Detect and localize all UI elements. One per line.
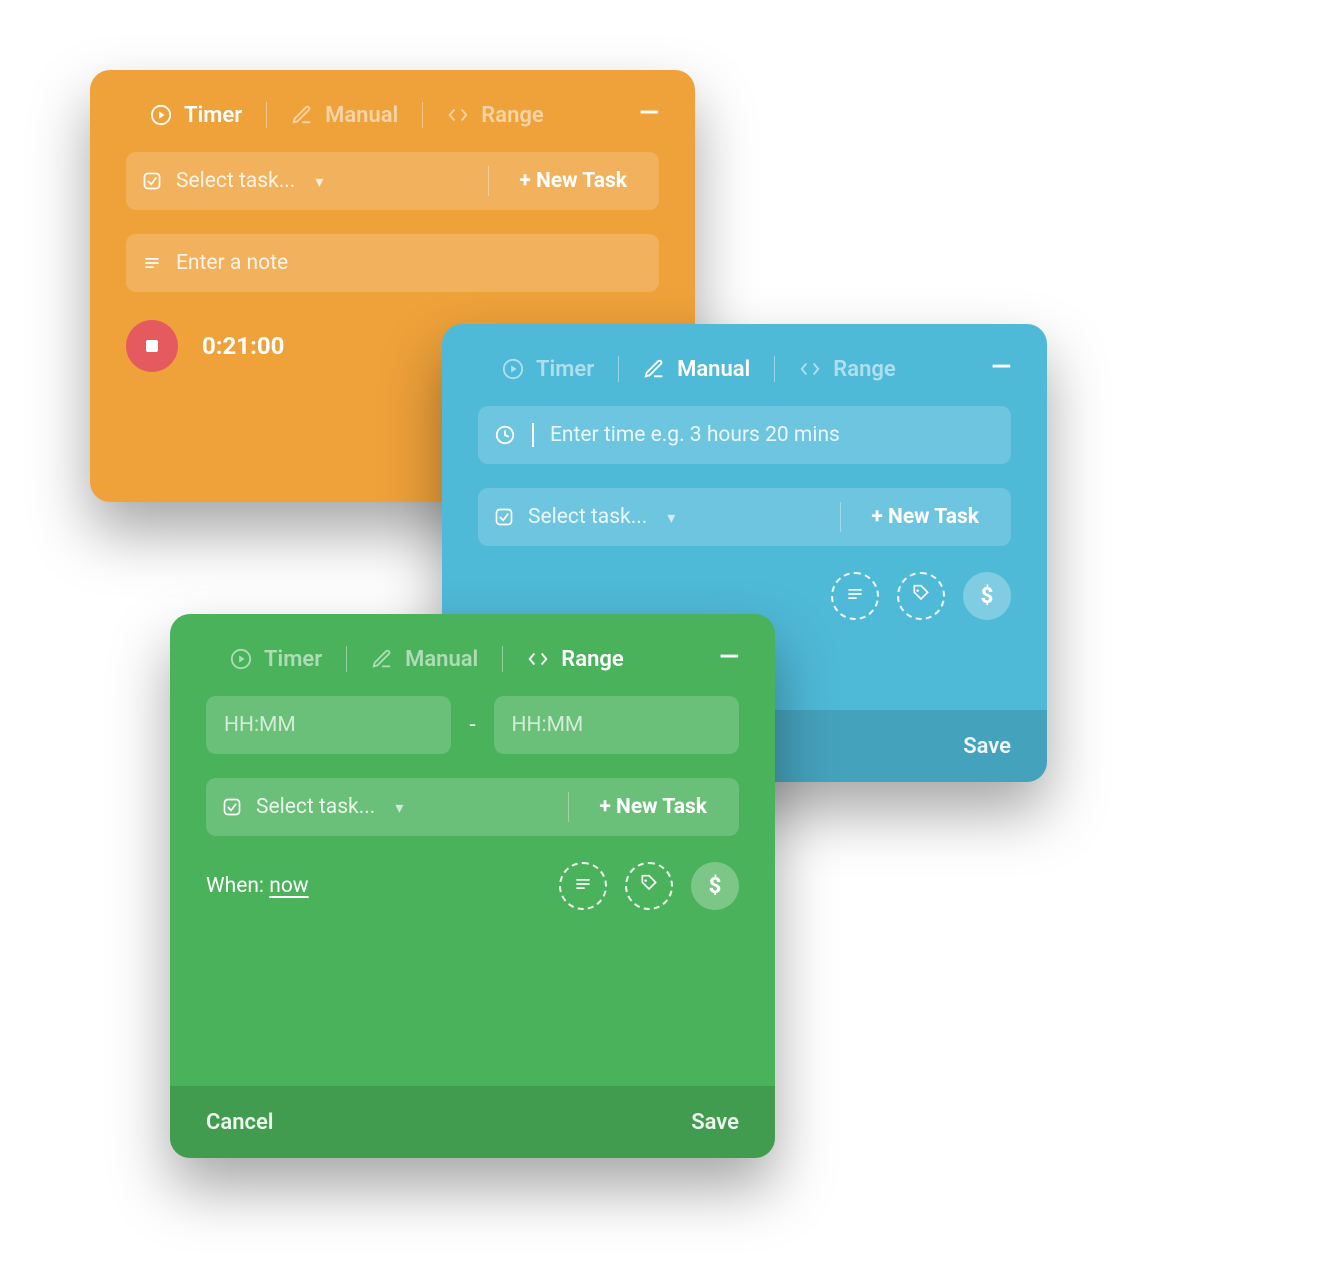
cancel-button[interactable]: Cancel — [206, 1110, 274, 1135]
tab-manual-label: Manual — [325, 103, 398, 128]
range-card: Timer Manual Range — HH:MM - — [170, 614, 775, 1158]
new-task-button[interactable]: + New Task — [503, 169, 643, 193]
note-row[interactable]: Enter a note — [126, 234, 659, 292]
minimize-button[interactable]: — — [991, 362, 1011, 372]
text-cursor — [532, 423, 534, 447]
tab-manual[interactable]: Manual — [267, 103, 422, 128]
play-circle-icon — [230, 648, 252, 670]
minimize-button[interactable]: — — [639, 108, 659, 118]
range-dash: - — [463, 713, 481, 738]
end-time-input[interactable]: HH:MM — [494, 696, 739, 754]
tab-range-label: Range — [481, 103, 543, 128]
save-button[interactable]: Save — [963, 734, 1011, 759]
tab-timer-label: Timer — [536, 357, 594, 382]
stop-icon — [146, 340, 158, 352]
tag-icon — [639, 874, 659, 898]
task-select-row: Select task... ▾ + New Task — [206, 778, 739, 836]
task-select[interactable]: Select task... — [176, 169, 295, 193]
tab-range[interactable]: Range — [503, 647, 647, 672]
checkbox-icon — [222, 797, 242, 817]
task-select[interactable]: Select task... — [528, 505, 647, 529]
dollar-icon: $ — [709, 874, 722, 899]
range-arrows-icon — [447, 104, 469, 126]
lines-icon — [573, 874, 593, 898]
chevron-down-icon: ▾ — [315, 172, 323, 191]
tag-button[interactable] — [625, 862, 673, 910]
when-row: When: now $ — [206, 862, 739, 910]
note-button[interactable] — [831, 572, 879, 620]
task-select-row: Select task... ▾ + New Task — [478, 488, 1011, 546]
note-input[interactable]: Enter a note — [176, 251, 288, 275]
clock-icon — [494, 424, 516, 446]
range-arrows-icon — [799, 358, 821, 380]
end-time-placeholder: HH:MM — [512, 713, 584, 737]
time-input[interactable]: Enter time e.g. 3 hours 20 mins — [550, 423, 840, 447]
stop-button[interactable] — [126, 320, 178, 372]
tab-bar: Timer Manual Range — — [442, 324, 1047, 382]
tab-range-label: Range — [833, 357, 895, 382]
note-button[interactable] — [559, 862, 607, 910]
start-time-input[interactable]: HH:MM — [206, 696, 451, 754]
minimize-button[interactable]: — — [719, 652, 739, 662]
chevron-down-icon: ▾ — [667, 508, 675, 527]
edit-icon — [371, 648, 393, 670]
new-task-button[interactable]: + New Task — [583, 795, 723, 819]
dollar-icon: $ — [981, 584, 994, 609]
edit-icon — [643, 358, 665, 380]
tab-timer[interactable]: Timer — [126, 103, 266, 128]
action-icon-row: $ — [478, 572, 1011, 620]
billable-button[interactable]: $ — [963, 572, 1011, 620]
tab-range[interactable]: Range — [775, 357, 919, 382]
tab-manual-label: Manual — [405, 647, 478, 672]
checkbox-icon — [494, 507, 514, 527]
tab-manual[interactable]: Manual — [347, 647, 502, 672]
edit-icon — [291, 104, 313, 126]
time-input-row[interactable]: Enter time e.g. 3 hours 20 mins — [478, 406, 1011, 464]
lines-icon — [142, 253, 162, 273]
tab-manual[interactable]: Manual — [619, 357, 774, 382]
tab-timer[interactable]: Timer — [206, 647, 346, 672]
card-footer: Cancel Save — [170, 1086, 775, 1158]
tab-bar: Timer Manual Range — — [170, 614, 775, 672]
divider — [488, 166, 489, 196]
lines-icon — [845, 584, 865, 608]
time-range-row: HH:MM - HH:MM — [206, 696, 739, 754]
tab-timer[interactable]: Timer — [478, 357, 618, 382]
task-select-row: Select task... ▾ + New Task — [126, 152, 659, 210]
play-circle-icon — [502, 358, 524, 380]
tab-bar: Timer Manual Range — — [90, 70, 695, 128]
tag-button[interactable] — [897, 572, 945, 620]
billable-button[interactable]: $ — [691, 862, 739, 910]
play-circle-icon — [150, 104, 172, 126]
when-value[interactable]: now — [269, 874, 308, 898]
divider — [840, 502, 841, 532]
when-label: When: — [206, 874, 269, 898]
tag-icon — [911, 584, 931, 608]
tab-range-label: Range — [561, 647, 623, 672]
new-task-button[interactable]: + New Task — [855, 505, 995, 529]
checkbox-icon — [142, 171, 162, 191]
range-arrows-icon — [527, 648, 549, 670]
tab-manual-label: Manual — [677, 357, 750, 382]
timer-value: 0:21:00 — [202, 332, 284, 360]
start-time-placeholder: HH:MM — [224, 713, 296, 737]
task-select[interactable]: Select task... — [256, 795, 375, 819]
when-text: When: now — [206, 874, 309, 898]
tab-timer-label: Timer — [184, 103, 242, 128]
divider — [568, 792, 569, 822]
tab-timer-label: Timer — [264, 647, 322, 672]
chevron-down-icon: ▾ — [395, 798, 403, 817]
save-button[interactable]: Save — [691, 1110, 739, 1135]
tab-range[interactable]: Range — [423, 103, 567, 128]
